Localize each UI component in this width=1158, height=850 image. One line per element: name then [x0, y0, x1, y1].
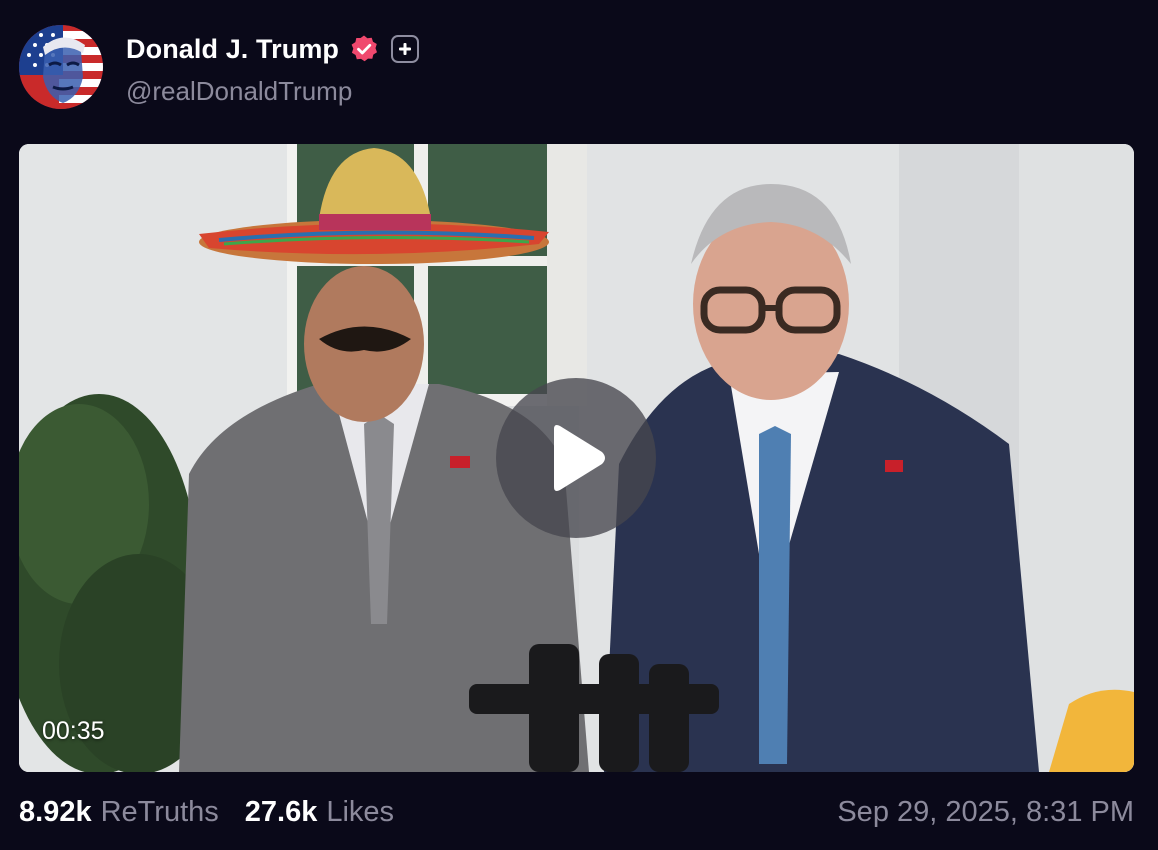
post-footer: 8.92k ReTruths 27.6k Likes Sep 29, 2025,…: [19, 790, 1134, 834]
plus-badge-icon[interactable]: [391, 35, 420, 63]
retruths-count: 8.92k: [19, 795, 92, 828]
retruths-stat[interactable]: 8.92k ReTruths: [19, 796, 219, 829]
video-duration: 00:35: [42, 717, 105, 745]
play-icon: [554, 425, 605, 491]
author-handle[interactable]: @realDonaldTrump: [126, 76, 352, 107]
play-button[interactable]: [496, 378, 656, 538]
post-timestamp[interactable]: Sep 29, 2025, 8:31 PM: [837, 796, 1134, 829]
author-avatar[interactable]: [19, 25, 103, 109]
author-name-row: Donald J. Trump: [126, 30, 420, 68]
verified-badge-icon: [349, 34, 379, 64]
retruths-label: ReTruths: [100, 795, 219, 828]
likes-stat[interactable]: 27.6k Likes: [245, 796, 394, 829]
video-player[interactable]: 00:35: [19, 144, 1134, 772]
likes-label: Likes: [326, 795, 395, 828]
author-display-name[interactable]: Donald J. Trump: [126, 34, 339, 65]
likes-count: 27.6k: [244, 795, 318, 828]
truth-post: Donald J. Trump @realDonaldTrump 00:35 8…: [0, 0, 1158, 850]
flag-portrait-avatar: [19, 25, 103, 109]
